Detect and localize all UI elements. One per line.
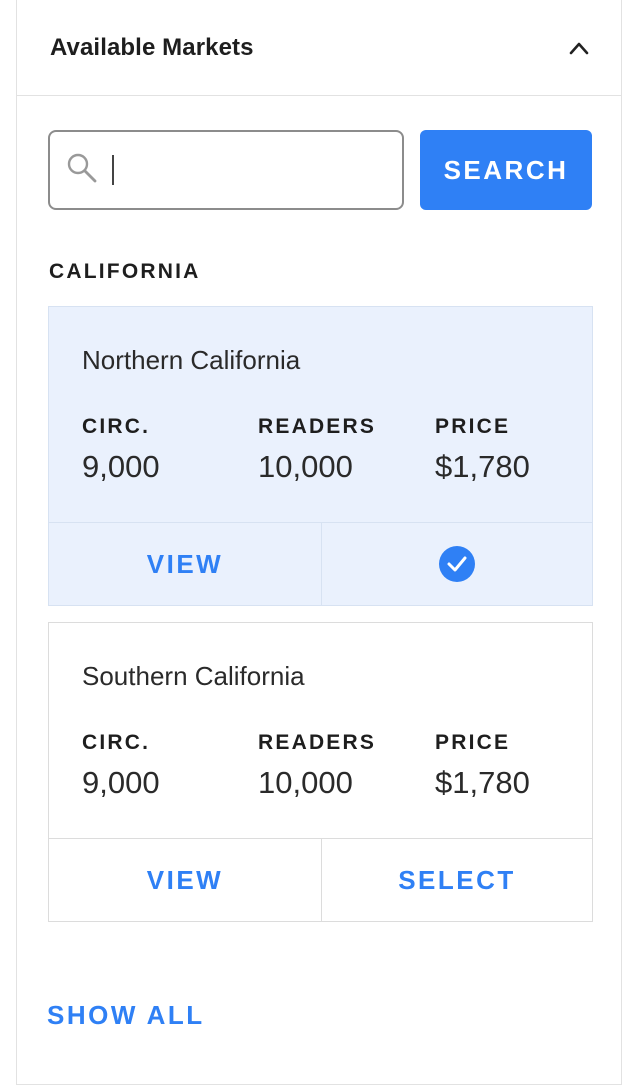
stat-value: 9,000	[82, 765, 160, 800]
stat-label: READERS	[258, 415, 377, 438]
available-markets-panel: Available Markets SEARCH CALIFORNIA Nort…	[16, 0, 622, 1085]
stat-price: PRICE $1,780	[435, 731, 530, 801]
market-actions: VIEW	[49, 522, 592, 605]
stat-label: CIRC.	[82, 415, 151, 438]
text-caret	[112, 155, 114, 185]
stat-label: PRICE	[435, 731, 511, 754]
stat-value: $1,780	[435, 765, 530, 800]
market-stats: CIRC. 9,000 READERS 10,000 PRICE $1,780	[82, 731, 562, 801]
stat-value: $1,780	[435, 449, 530, 484]
stat-label: CIRC.	[82, 731, 151, 754]
selected-toggle-button[interactable]	[321, 523, 592, 605]
search-input[interactable]	[118, 153, 382, 187]
market-card-northern-california: Northern California CIRC. 9,000 READERS …	[48, 306, 593, 606]
search-button[interactable]: SEARCH	[420, 130, 592, 210]
section-label-state: CALIFORNIA	[49, 260, 201, 283]
stat-readers: READERS 10,000	[258, 415, 376, 485]
stat-readers: READERS 10,000	[258, 731, 376, 801]
stat-label: READERS	[258, 731, 377, 754]
market-actions: VIEW SELECT	[49, 838, 592, 921]
search-row: SEARCH	[48, 130, 593, 210]
view-button[interactable]: VIEW	[49, 523, 321, 605]
select-button[interactable]: SELECT	[321, 839, 592, 921]
stat-value: 10,000	[258, 449, 353, 484]
panel-header[interactable]: Available Markets	[17, 0, 621, 96]
stat-value: 9,000	[82, 449, 160, 484]
market-stats: CIRC. 9,000 READERS 10,000 PRICE $1,780	[82, 415, 562, 485]
search-field[interactable]	[48, 130, 404, 210]
stat-value: 10,000	[258, 765, 353, 800]
market-card-southern-california: Southern California CIRC. 9,000 READERS …	[48, 622, 593, 922]
stat-price: PRICE $1,780	[435, 415, 530, 485]
market-name: Northern California	[82, 345, 301, 375]
search-icon	[66, 152, 98, 189]
stat-circulation: CIRC. 9,000	[82, 731, 160, 801]
check-circle-icon	[439, 546, 475, 582]
chevron-up-icon[interactable]	[567, 36, 591, 60]
market-name: Southern California	[82, 661, 305, 691]
show-all-link[interactable]: SHOW ALL	[47, 1000, 205, 1031]
stat-circulation: CIRC. 9,000	[82, 415, 160, 485]
view-button[interactable]: VIEW	[49, 839, 321, 921]
panel-title: Available Markets	[50, 33, 254, 61]
stat-label: PRICE	[435, 415, 511, 438]
